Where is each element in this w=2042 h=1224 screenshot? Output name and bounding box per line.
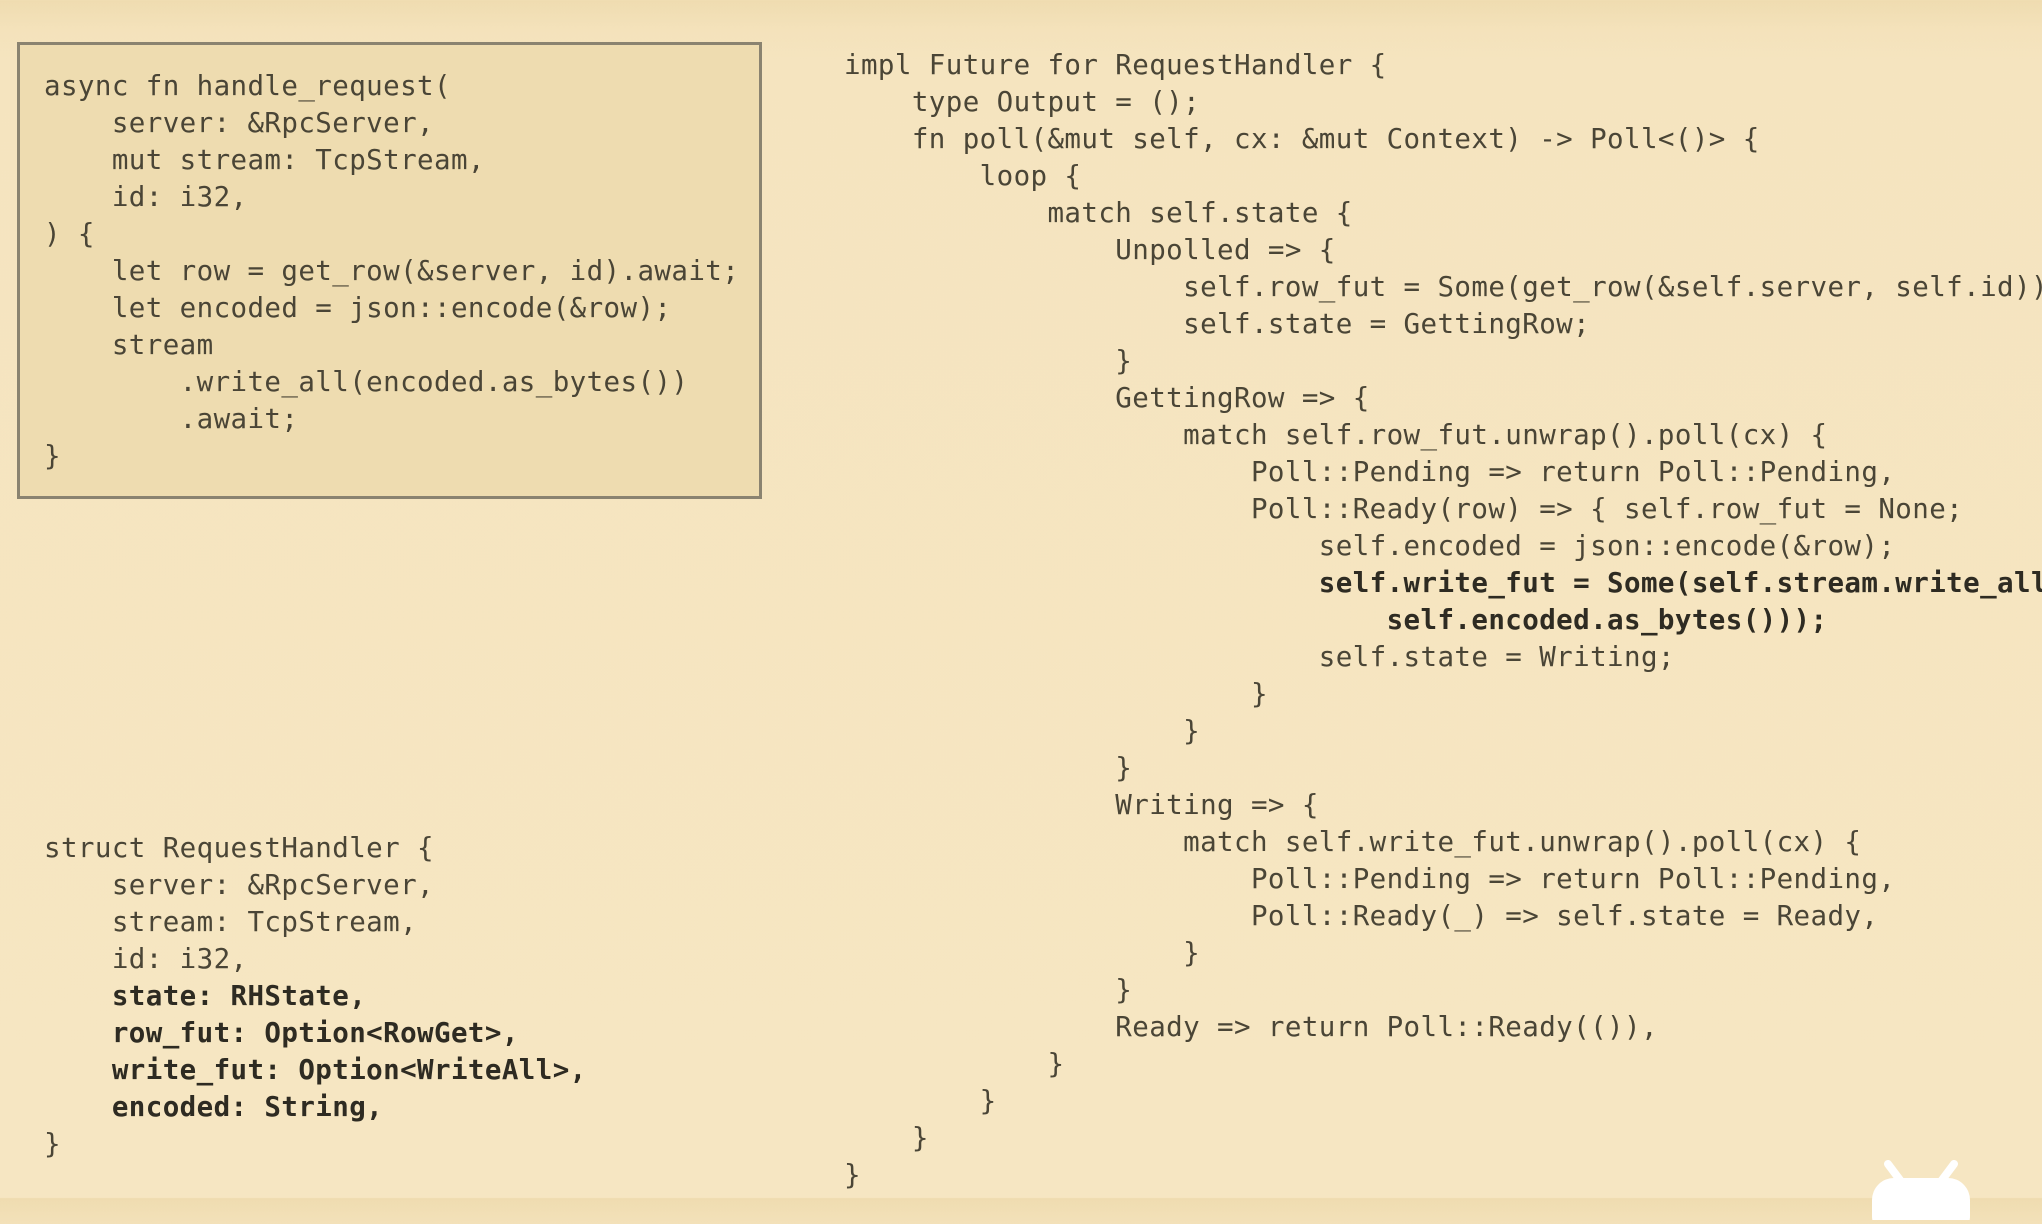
code-line: type Output = (); (844, 86, 1201, 118)
code-line-highlighted: write_fut: Option<WriteAll>, (44, 1054, 587, 1086)
code-line: let row = get_row(&server, id).await; (44, 255, 740, 287)
code-line: } (844, 1159, 861, 1191)
code-line: stream (44, 329, 214, 361)
code-line: async fn handle_request( (44, 70, 451, 102)
code-line: match self.state { (844, 197, 1353, 229)
code-line: Writing => { (844, 789, 1319, 821)
code-line: loop { (844, 160, 1082, 192)
code-line: } (844, 715, 1201, 747)
code-line: } (844, 1085, 997, 1117)
code-line: } (844, 752, 1133, 784)
code-line: server: &RpcServer, (44, 869, 434, 901)
code-line: self.row_fut = Some(get_row(&self.server… (844, 271, 2042, 303)
code-line-highlighted: self.write_fut = Some(self.stream.write_… (844, 567, 2042, 599)
code-line: stream: TcpStream, (44, 906, 418, 938)
code-line: Poll::Pending => return Poll::Pending, (844, 863, 1896, 895)
code-line: fn poll(&mut self, cx: &mut Context) -> … (844, 123, 1760, 155)
code-line: id: i32, (44, 181, 248, 213)
code-line: Poll::Ready(row) => { self.row_fut = Non… (844, 493, 1964, 525)
code-line-highlighted: self.encoded.as_bytes())); (844, 604, 1828, 636)
code-line: server: &RpcServer, (44, 107, 434, 139)
code-line: match self.write_fut.unwrap().poll(cx) { (844, 826, 1862, 858)
code-line: } (844, 937, 1201, 969)
code-slide: async fn handle_request( server: &RpcSer… (0, 0, 2042, 1224)
code-line: GettingRow => { (844, 382, 1370, 414)
code-line: Poll::Pending => return Poll::Pending, (844, 456, 1896, 488)
code-line: } (844, 345, 1133, 377)
code-line: } (44, 440, 61, 472)
code-line: } (844, 1122, 929, 1154)
async-fn-code-block: async fn handle_request( server: &RpcSer… (44, 68, 739, 475)
impl-future-code-block: impl Future for RequestHandler { type Ou… (844, 47, 2042, 1194)
code-line: Unpolled => { (844, 234, 1336, 266)
code-line: id: i32, (44, 943, 248, 975)
tv-logo-icon (1866, 1160, 1976, 1224)
code-line: self.state = Writing; (844, 641, 1675, 673)
code-line: impl Future for RequestHandler { (844, 49, 1387, 81)
code-line: } (844, 678, 1268, 710)
code-line: let encoded = json::encode(&row); (44, 292, 672, 324)
code-line-highlighted: encoded: String, (44, 1091, 384, 1123)
code-line: .await; (44, 403, 299, 435)
code-line: mut stream: TcpStream, (44, 144, 485, 176)
code-line: .write_all(encoded.as_bytes()) (44, 366, 689, 398)
code-line: Poll::Ready(_) => self.state = Ready, (844, 900, 1879, 932)
code-line-highlighted: state: RHState, (44, 980, 367, 1012)
code-line: } (844, 974, 1133, 1006)
code-line: ) { (44, 218, 95, 250)
code-line: match self.row_fut.unwrap().poll(cx) { (844, 419, 1828, 451)
code-line: self.encoded = json::encode(&row); (844, 530, 1896, 562)
code-line: } (844, 1048, 1065, 1080)
code-line-highlighted: row_fut: Option<RowGet>, (44, 1017, 519, 1049)
code-line: Ready => return Poll::Ready(()), (844, 1011, 1658, 1043)
code-line: } (44, 1128, 61, 1160)
struct-code-block: struct RequestHandler { server: &RpcServ… (44, 830, 587, 1163)
code-line: struct RequestHandler { (44, 832, 434, 864)
code-line: self.state = GettingRow; (844, 308, 1591, 340)
